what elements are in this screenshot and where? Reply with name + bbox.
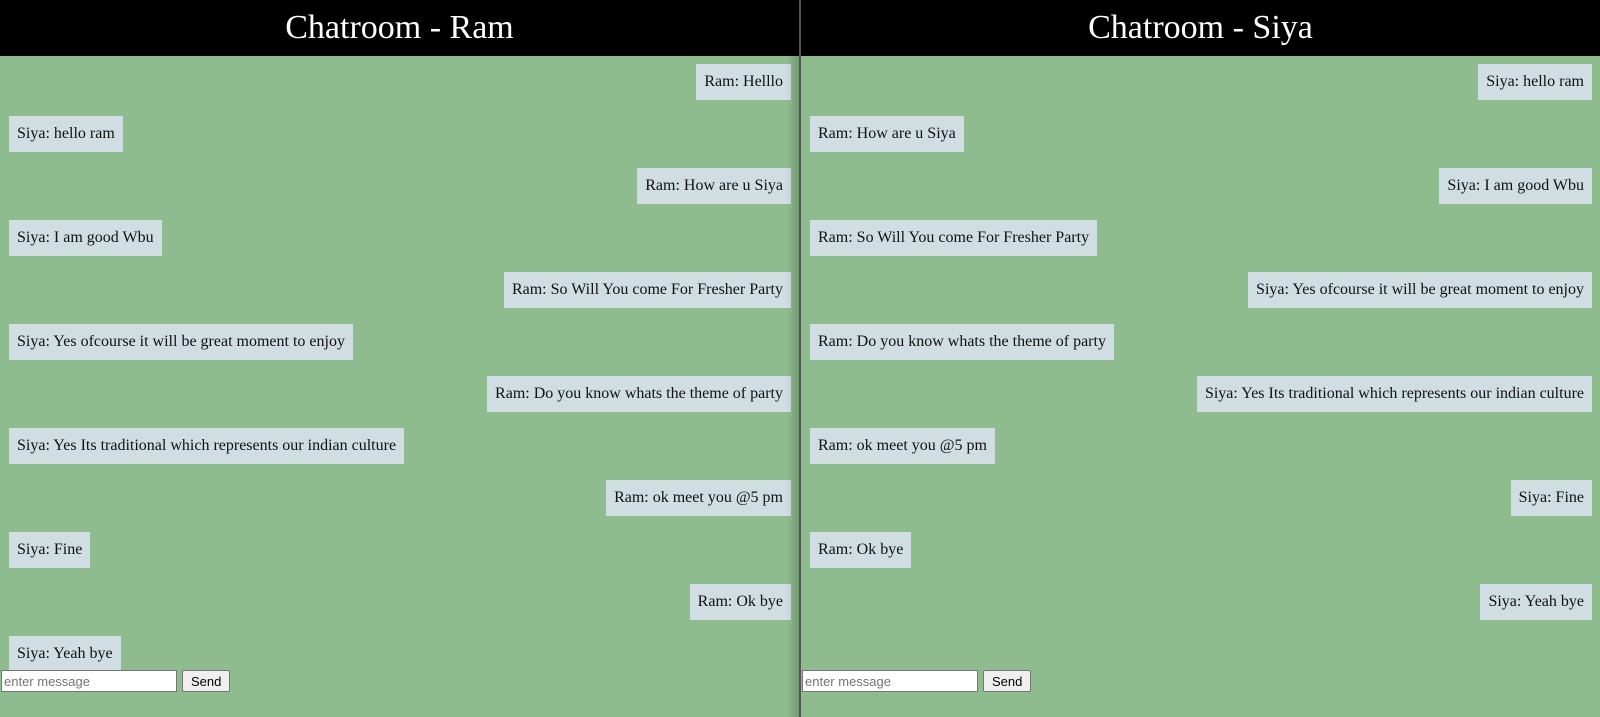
chatroom-ram-pane: Chatroom - Ram Ram: Helllo Siya: hello r… xyxy=(0,0,799,717)
message-sent: Ram: Helllo xyxy=(696,64,791,100)
message-input[interactable] xyxy=(1,670,177,692)
message-sent: Siya: Fine xyxy=(1510,480,1592,516)
send-button[interactable]: Send xyxy=(182,670,231,692)
message-list: Ram: Helllo Siya: hello ram Ram: How are… xyxy=(0,56,799,717)
message-received: Siya: Yes ofcourse it will be great mome… xyxy=(9,324,353,360)
message-sent: Ram: Ok bye xyxy=(689,584,791,620)
message-composer: Send xyxy=(802,670,1032,692)
message-composer: Send xyxy=(1,670,231,692)
message-sent: Siya: hello ram xyxy=(1478,64,1592,100)
send-button[interactable]: Send xyxy=(983,670,1032,692)
message-received: Siya: I am good Wbu xyxy=(9,220,162,256)
message-list: Siya: hello ram Ram: How are u Siya Siya… xyxy=(801,56,1600,717)
page-title: Chatroom - Siya xyxy=(801,0,1600,56)
message-received: Siya: Fine xyxy=(9,532,91,568)
message-received: Siya: Yes Its traditional which represen… xyxy=(9,428,405,464)
message-sent: Ram: How are u Siya xyxy=(637,168,791,204)
message-received: Siya: Yeah bye xyxy=(9,636,121,672)
message-sent: Siya: I am good Wbu xyxy=(1439,168,1592,204)
message-received: Ram: ok meet you @5 pm xyxy=(810,428,995,464)
message-received: Ram: How are u Siya xyxy=(810,116,964,152)
page-title: Chatroom - Ram xyxy=(0,0,799,56)
message-received: Ram: Do you know whats the theme of part… xyxy=(810,324,1114,360)
message-received: Ram: Ok bye xyxy=(810,532,912,568)
message-sent: Ram: So Will You come For Fresher Party xyxy=(503,272,791,308)
message-received: Siya: hello ram xyxy=(9,116,123,152)
chatroom-siya-pane: Chatroom - Siya Siya: hello ram Ram: How… xyxy=(801,0,1600,717)
message-sent: Siya: Yes ofcourse it will be great mome… xyxy=(1248,272,1592,308)
pane-edge-shadow xyxy=(787,56,799,717)
message-sent: Ram: ok meet you @5 pm xyxy=(606,480,791,516)
message-sent: Siya: Yes Its traditional which represen… xyxy=(1196,376,1592,412)
message-sent: Ram: Do you know whats the theme of part… xyxy=(487,376,791,412)
chat-app: Chatroom - Ram Ram: Helllo Siya: hello r… xyxy=(0,0,1600,717)
message-input[interactable] xyxy=(802,670,978,692)
message-received: Ram: So Will You come For Fresher Party xyxy=(810,220,1098,256)
message-sent: Siya: Yeah bye xyxy=(1480,584,1592,620)
